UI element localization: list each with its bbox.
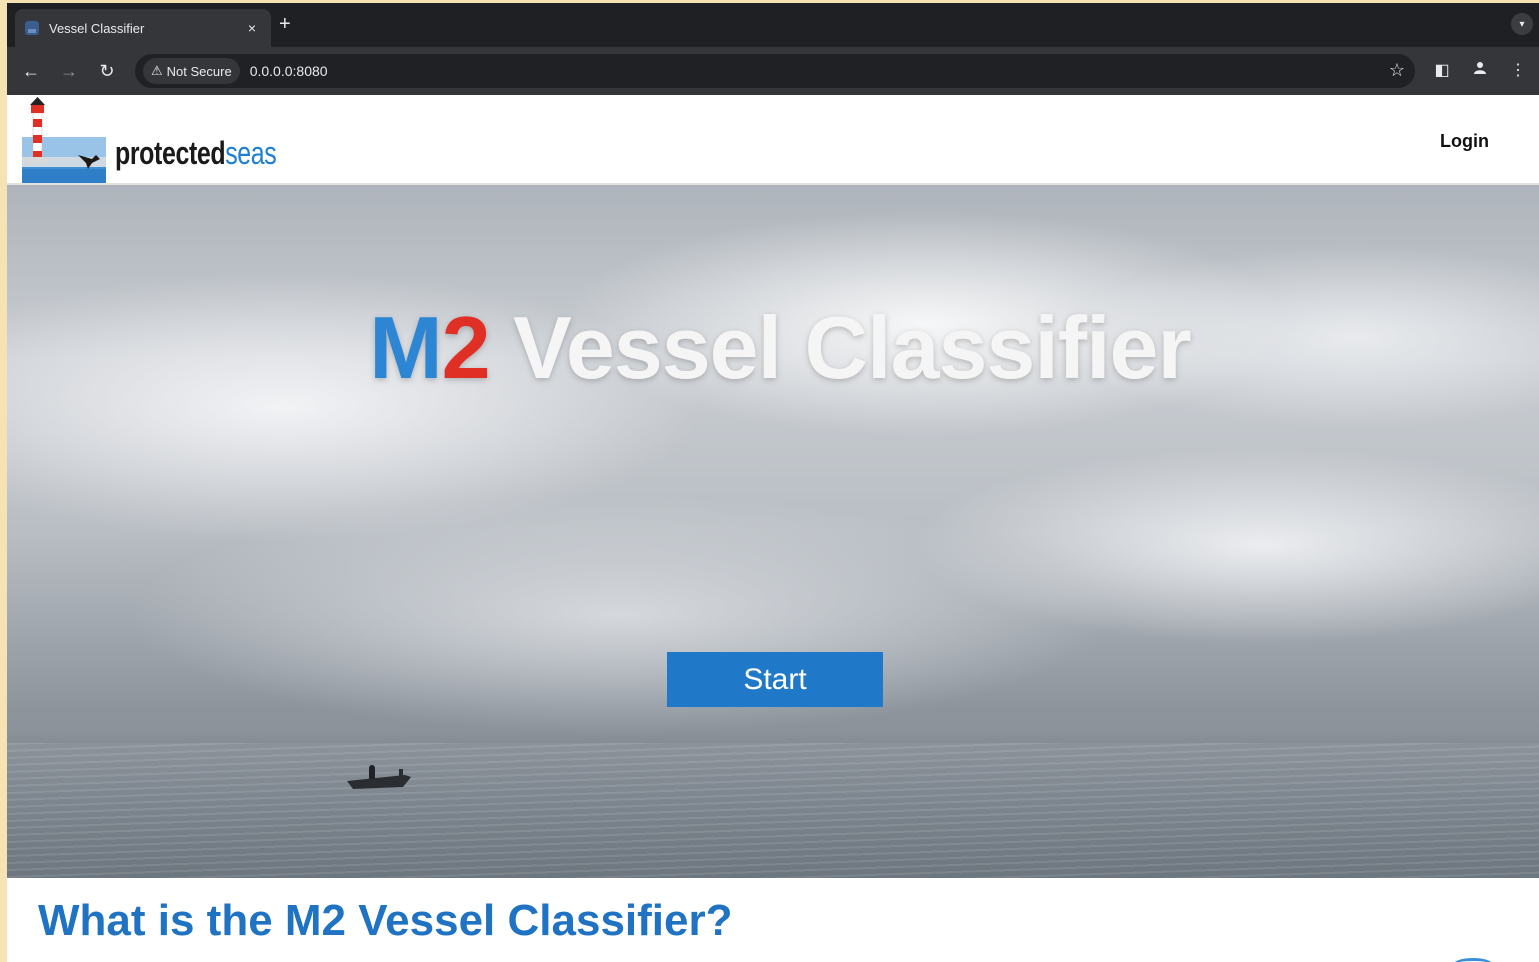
tab-search-icon[interactable]: ▾ (1511, 13, 1533, 35)
decorative-arc (1453, 958, 1493, 962)
security-indicator[interactable]: ⚠ Not Secure (143, 58, 240, 84)
back-arrow-icon[interactable]: ← (19, 59, 43, 83)
browser-window: Vessel Classifier × + ▾ ← → ↻ ⚠ Not Secu… (7, 3, 1539, 962)
hero-banner: M2 Vessel Classifier Start (7, 185, 1539, 878)
kebab-menu-icon[interactable]: ⋮ (1507, 59, 1529, 83)
star-icon[interactable]: ☆ (1389, 60, 1405, 81)
start-button[interactable]: Start (667, 652, 883, 707)
profile-icon[interactable] (1469, 59, 1491, 83)
url-text[interactable]: 0.0.0.0:8080 (250, 63, 328, 79)
warning-icon: ⚠ (151, 63, 163, 78)
new-tab-button[interactable]: + (279, 13, 291, 35)
browser-tab[interactable]: Vessel Classifier × (15, 9, 271, 47)
browser-toolbar: ← → ↻ ⚠ Not Secure 0.0.0.0:8080 ☆ ◧ ⋮ (7, 47, 1539, 95)
section-title: What is the M2 Vessel Classifier? (38, 896, 733, 945)
hero-title: M2 Vessel Classifier (369, 298, 1191, 397)
lighthouse-logo-icon[interactable] (22, 97, 106, 183)
favicon-icon (25, 21, 39, 35)
reload-icon[interactable]: ↻ (95, 59, 119, 83)
login-link[interactable]: Login (1440, 131, 1489, 152)
close-tab-icon[interactable]: × (243, 20, 261, 36)
boat-image (347, 765, 411, 789)
tab-bar: Vessel Classifier × + ▾ (7, 3, 1539, 47)
security-label: Not Secure (166, 63, 232, 79)
address-bar[interactable]: ⚠ Not Secure 0.0.0.0:8080 ☆ (135, 54, 1415, 88)
tab-title: Vessel Classifier (49, 20, 145, 36)
sea-background (7, 743, 1539, 878)
logo-wordmark[interactable]: protectedseas (115, 135, 277, 172)
site-header: protectedseas Login (7, 95, 1539, 185)
forward-arrow-icon[interactable]: → (57, 59, 81, 83)
side-panel-icon[interactable]: ◧ (1431, 59, 1453, 83)
